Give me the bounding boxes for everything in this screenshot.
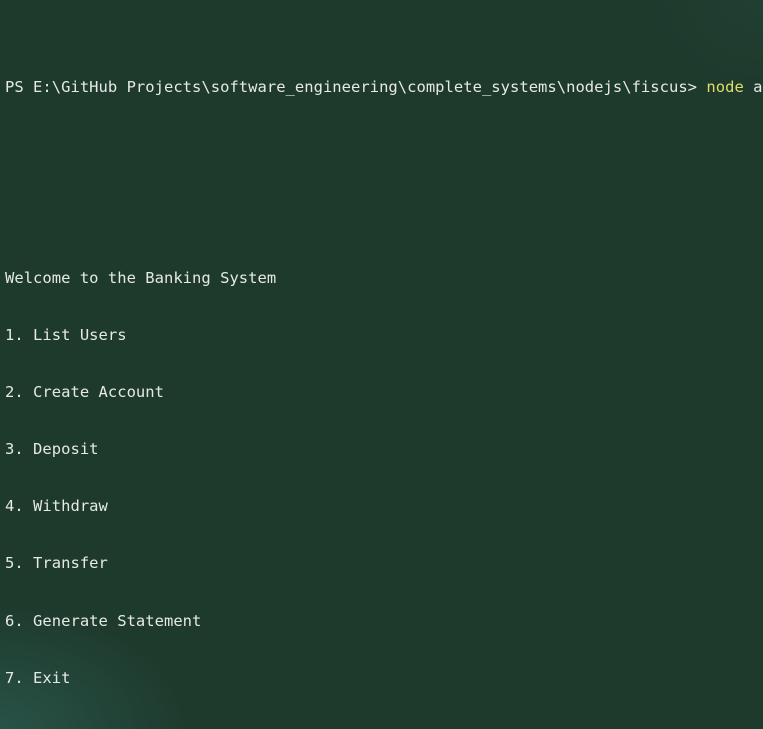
menu-heading-1: Welcome to the Banking System [5,268,277,287]
menu-item-3-deposit: 3. Deposit [5,440,99,459]
menu-item-6-generate-statement: 6. Generate Statement [5,611,202,630]
menu-item-4-withdraw: 4. Withdraw [5,497,108,516]
powershell-terminal-window[interactable]: PS E:\GitHub Projects\software_engineeri… [0,0,763,729]
prompt-line[interactable]: PS E:\GitHub Projects\software_engineeri… [5,78,763,97]
menu-item-2-create-account: 2. Create Account [5,382,164,401]
prompt-path-prefix: PS E:\GitHub Projects\software_engineeri… [5,78,707,97]
menu-item-5-transfer: 5. Transfer [5,554,108,573]
menu-item-1-list-users: 1. List Users [5,325,127,344]
menu-item-7-exit: 7. Exit [5,668,71,687]
command-name-token: node [706,78,744,97]
terminal-screen-buffer[interactable]: PS E:\GitHub Projects\software_engineeri… [5,2,763,729]
command-argument-token: app [753,78,763,97]
